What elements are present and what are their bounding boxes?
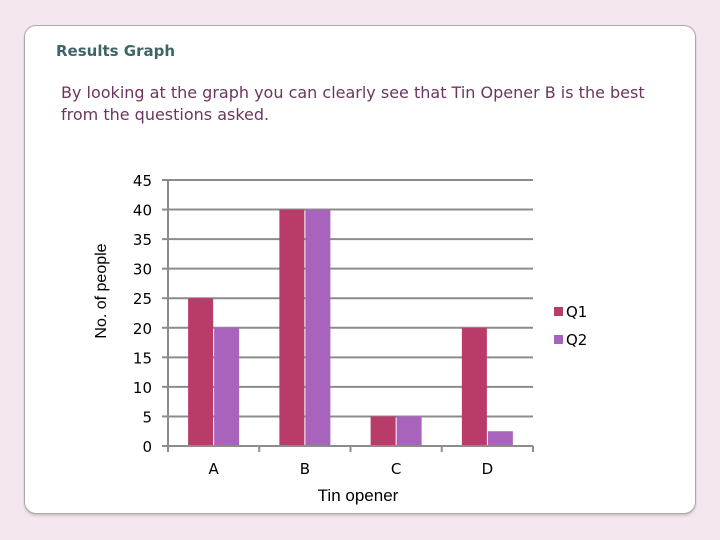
x-tick-label: A	[208, 460, 219, 478]
x-axis-title: Tin opener	[318, 486, 399, 505]
y-tick-label: 35	[133, 231, 152, 249]
y-tick-label: 45	[133, 172, 152, 190]
legend-swatch-q2	[554, 335, 563, 344]
bar-q1-a	[188, 298, 214, 446]
y-tick-label: 10	[133, 379, 152, 397]
y-tick-label: 25	[133, 290, 152, 308]
y-tick-label: 30	[133, 261, 152, 279]
bar-q2-d	[487, 431, 513, 446]
y-tick-labels: 0 5 10 15 20 25 30 35 40 45	[133, 172, 152, 456]
bar-q1-d	[461, 327, 487, 446]
x-tick-labels: A B C D	[208, 460, 493, 478]
x-tick-label: C	[391, 460, 401, 478]
y-tick-label: 20	[133, 320, 152, 338]
legend-swatch-q1	[554, 307, 563, 316]
y-tick-label: 5	[142, 408, 152, 426]
bar-q2-a	[214, 327, 240, 446]
bar-q2-b	[305, 209, 331, 446]
y-tick-label: 40	[133, 202, 152, 220]
legend-label-q1: Q1	[566, 303, 587, 321]
y-tick-label: 0	[142, 438, 152, 456]
y-axis-title: No. of people	[93, 243, 110, 338]
x-tick-label: B	[300, 460, 310, 478]
bar-chart: 051015202530354045 ABCD Q1Q2 Tin opener …	[93, 172, 587, 505]
bar-q2-c	[396, 416, 422, 446]
legend: Q1 Q2	[554, 303, 587, 349]
bar-q1-c	[370, 416, 396, 446]
y-tick-label: 15	[133, 349, 152, 367]
bar-q1-b	[279, 209, 305, 446]
x-tick-label: D	[482, 460, 494, 478]
legend-label-q2: Q2	[566, 331, 587, 349]
